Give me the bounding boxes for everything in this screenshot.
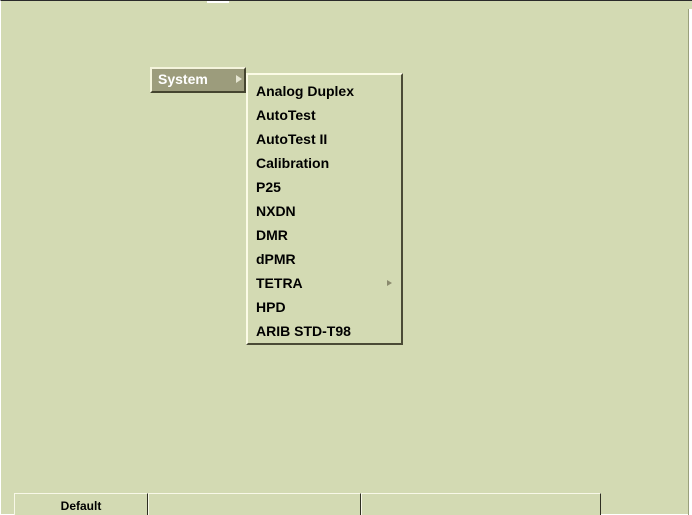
submenu-item-label: AutoTest xyxy=(256,107,316,123)
submenu-item-dpmr[interactable]: dPMR xyxy=(248,247,401,271)
submenu-item-calibration[interactable]: Calibration xyxy=(248,151,401,175)
submenu-item-tetra[interactable]: TETRA xyxy=(248,271,401,295)
submenu-item-label: P25 xyxy=(256,179,281,195)
submenu-arrow-icon xyxy=(387,280,392,286)
main-screen: System Analog Duplex AutoTest AutoTest I… xyxy=(0,0,692,515)
status-cell-default[interactable]: Default xyxy=(14,493,148,515)
submenu-item-autotest[interactable]: AutoTest xyxy=(248,103,401,127)
submenu-item-label: AutoTest II xyxy=(256,131,328,147)
top-notch xyxy=(207,1,229,3)
status-bar: Default xyxy=(14,493,601,515)
submenu-item-label: Analog Duplex xyxy=(256,83,355,99)
submenu-item-nxdn[interactable]: NXDN xyxy=(248,199,401,223)
submenu-arrow-icon xyxy=(236,75,242,83)
menu-item-system[interactable]: System xyxy=(150,67,246,93)
status-cell-3[interactable] xyxy=(361,493,601,515)
submenu-item-analog-duplex[interactable]: Analog Duplex xyxy=(248,79,401,103)
submenu-item-dmr[interactable]: DMR xyxy=(248,223,401,247)
status-cell-2[interactable] xyxy=(148,493,361,515)
submenu-item-label: ARIB STD-T98 xyxy=(256,323,351,339)
submenu-item-label: Calibration xyxy=(256,155,330,171)
submenu-item-p25[interactable]: P25 xyxy=(248,175,401,199)
submenu-item-label: NXDN xyxy=(256,203,296,219)
submenu-item-label: HPD xyxy=(256,299,286,315)
submenu-item-autotest-ii[interactable]: AutoTest II xyxy=(248,127,401,151)
system-submenu: Analog Duplex AutoTest AutoTest II Calib… xyxy=(246,73,403,345)
submenu-item-label: dPMR xyxy=(256,251,296,267)
submenu-item-arib-std-t98[interactable]: ARIB STD-T98 xyxy=(248,319,401,343)
submenu-item-label: DMR xyxy=(256,227,288,243)
menu-item-system-label: System xyxy=(158,71,208,87)
submenu-item-label: TETRA xyxy=(256,275,303,291)
submenu-item-hpd[interactable]: HPD xyxy=(248,295,401,319)
